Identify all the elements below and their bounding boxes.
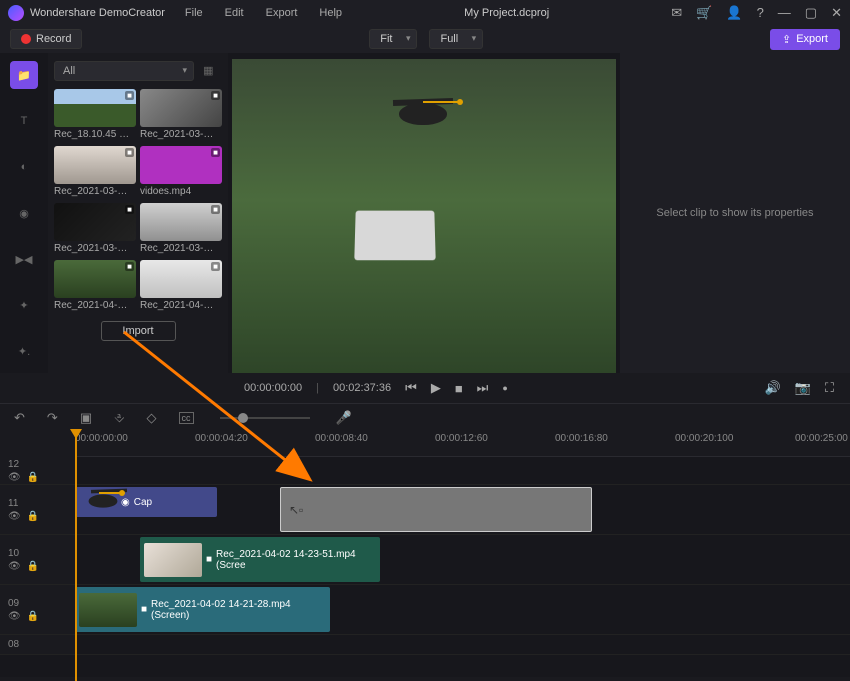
lock-icon[interactable]: 🔒 [27, 611, 39, 622]
fit-select[interactable]: Fit [369, 29, 417, 49]
sidebar: 📁 T ◐ ◉ ▶◀ ✦ ✦. [0, 53, 48, 373]
redo-icon[interactable]: ↷ [47, 410, 58, 426]
current-time: 00:00:00:00 [244, 382, 302, 394]
media-thumb[interactable]: Rec_2021-03-29 09... [140, 89, 222, 142]
menu-edit[interactable]: Edit [225, 7, 244, 19]
user-icon[interactable]: 👤 [726, 5, 742, 21]
playback-bar: 00:00:00:00 | 00:02:37:36 ⏮ ▶ ■ ⏭ ● 🔊 📷 … [232, 373, 846, 403]
caption-icon[interactable]: cc [179, 412, 194, 424]
mail-icon[interactable]: ✉ [671, 5, 682, 21]
preview-image [232, 59, 616, 373]
media-thumb[interactable]: Rec_2021-03-31 14... [54, 203, 136, 256]
transition-tab-icon[interactable]: ▶◀ [10, 245, 38, 273]
app-logo [8, 5, 24, 21]
media-thumb[interactable]: Rec_2021-03-29 09... [54, 146, 136, 199]
close-icon[interactable]: ✕ [831, 5, 842, 21]
lock-icon[interactable]: 🔒 [27, 472, 39, 483]
snapshot-icon[interactable]: 📷 [795, 380, 811, 396]
eye-icon[interactable]: 👁 [8, 611, 21, 622]
pin-tab-icon[interactable]: ✦. [10, 337, 38, 365]
playhead[interactable] [75, 431, 77, 681]
magic-tab-icon[interactable]: ✦ [10, 291, 38, 319]
eye-icon[interactable]: 👁 [8, 561, 21, 572]
zoom-slider[interactable] [220, 417, 310, 419]
volume-icon[interactable]: 🔊 [765, 380, 781, 396]
toolbar: Record Fit Full ⇪ Export [0, 25, 850, 53]
media-tab-icon[interactable]: 📁 [10, 61, 38, 89]
timeline-toolbar: ↶ ↷ ▣ ⎀ ◇ cc 🎤 [0, 403, 850, 431]
help-icon[interactable]: ? [757, 5, 764, 20]
media-thumb[interactable]: Rec_2021-04-02 14... [54, 260, 136, 313]
marker-icon[interactable]: ● [502, 383, 507, 393]
next-frame-icon[interactable]: ⏭ [477, 380, 489, 396]
media-thumb[interactable]: Rec_2021-04-02 14... [140, 260, 222, 313]
title-bar: Wondershare DemoCreator File Edit Export… [0, 0, 850, 25]
lock-icon[interactable]: 🔒 [27, 511, 39, 522]
cap-overlay [393, 97, 453, 127]
import-button[interactable]: Import [101, 321, 176, 341]
clip-thumbnail [79, 593, 137, 627]
laptop-graphic [354, 210, 435, 260]
track-12: 12👁🔒 [0, 457, 850, 485]
media-thumb[interactable]: Rec_18.10.45 2021... [54, 89, 136, 142]
video-icon: ■ [141, 604, 147, 615]
full-select[interactable]: Full [429, 29, 483, 49]
text-tab-icon[interactable]: T [10, 107, 38, 135]
timeline-tracks: 12👁🔒 11👁🔒 ◉Cap ↖▫ 10👁🔒 ■Rec_2021-04-0 [0, 457, 850, 677]
effects-tab-icon[interactable]: ◐ [10, 153, 38, 181]
play-icon[interactable]: ▶ [431, 380, 441, 396]
lock-icon[interactable]: 🔒 [27, 561, 39, 572]
track-09: 09👁🔒 ■Rec_2021-04-02 14-21-28.mp4 (Scree… [0, 585, 850, 635]
mic-icon[interactable]: 🎤 [336, 410, 352, 426]
media-panel: All ▦ Rec_18.10.45 2021... Rec_2021-03-2… [48, 53, 228, 373]
video-icon: ■ [206, 554, 212, 565]
upload-icon: ⇪ [782, 33, 791, 46]
record-dot-icon [21, 34, 31, 44]
clip-drop-target[interactable]: ↖▫ [280, 487, 592, 532]
app-name: Wondershare DemoCreator [30, 7, 165, 19]
globe-tab-icon[interactable]: ◉ [10, 199, 38, 227]
eye-icon[interactable]: 👁 [8, 472, 21, 483]
marker-tool-icon[interactable]: ◇ [147, 410, 157, 426]
fullscreen-icon[interactable]: ⛶ [825, 380, 834, 396]
clip-video-09[interactable]: ■Rec_2021-04-02 14-21-28.mp4 (Screen) [75, 587, 330, 632]
track-08: 08 [0, 635, 850, 655]
clip-cap[interactable]: ◉Cap [75, 487, 217, 517]
split-icon[interactable]: ⎀ [114, 410, 124, 426]
cap-icon: ◉ [121, 497, 130, 508]
stop-icon[interactable]: ■ [455, 381, 463, 396]
track-11: 11👁🔒 ◉Cap ↖▫ [0, 485, 850, 535]
main-menu: File Edit Export Help [185, 7, 342, 19]
export-button[interactable]: ⇪ Export [770, 29, 840, 50]
media-filter-select[interactable]: All [54, 61, 194, 81]
menu-export[interactable]: Export [266, 7, 298, 19]
crop-icon[interactable]: ▣ [80, 410, 92, 426]
maximize-icon[interactable]: ▢ [805, 5, 817, 21]
properties-panel: Select clip to show its properties [620, 53, 850, 373]
track-10: 10👁🔒 ■Rec_2021-04-02 14-23-51.mp4 (Scree [0, 535, 850, 585]
preview-viewport[interactable] [232, 59, 616, 373]
record-button[interactable]: Record [10, 29, 82, 49]
menu-help[interactable]: Help [319, 7, 342, 19]
clip-video-10[interactable]: ■Rec_2021-04-02 14-23-51.mp4 (Scree [140, 537, 380, 582]
menu-file[interactable]: File [185, 7, 203, 19]
cart-icon[interactable]: 🛒 [696, 5, 712, 21]
media-thumb[interactable]: Rec_2021-03-31 16... [140, 203, 222, 256]
prev-frame-icon[interactable]: ⏮ [405, 380, 417, 396]
timeline-ruler[interactable]: 00:00:00:00 00:00:04:20 00:00:08:40 00:0… [75, 431, 850, 457]
project-title: My Project.dcproj [342, 7, 671, 19]
cursor-icon: ↖▫ [289, 503, 303, 517]
clip-thumbnail [144, 543, 202, 577]
grid-view-icon[interactable]: ▦ [203, 65, 213, 77]
total-time: 00:02:37:36 [333, 382, 391, 394]
minimize-icon[interactable]: — [778, 5, 791, 20]
media-thumb[interactable]: vidoes.mp4 [140, 146, 222, 199]
eye-icon[interactable]: 👁 [8, 511, 21, 522]
undo-icon[interactable]: ↶ [14, 410, 25, 426]
